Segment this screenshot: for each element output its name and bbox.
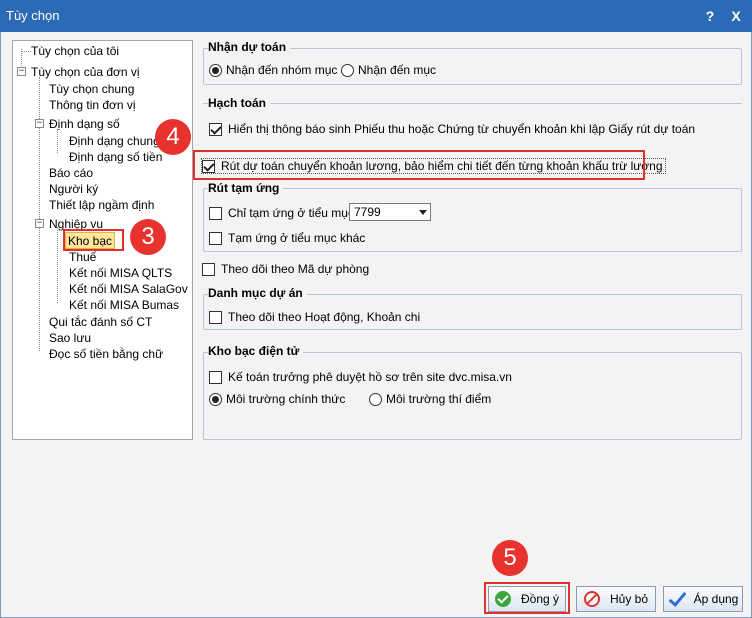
window-title: Tùy chọn (6, 8, 60, 23)
checkbox-theo-doi-ma-du-phong[interactable]: Theo dõi theo Mã dự phòng (202, 262, 369, 276)
checkbox-ke-toan-truong-phe-duyet[interactable]: Kế toán trưởng phê duyệt hồ sơ trên site… (209, 370, 512, 384)
tree-item-tuy-chon-cua-toi[interactable]: Tùy chọn của tôi (31, 43, 119, 60)
select-value: 7799 (354, 205, 381, 219)
group-hach-toan-line (203, 103, 742, 104)
cancel-button[interactable]: Hủy bỏ (576, 586, 656, 612)
tree-item-ket-noi-misa-salagov[interactable]: Kết nối MISA SalaGov (69, 281, 188, 298)
tree-item-thue[interactable]: Thuế (69, 249, 96, 266)
checkbox-icon (202, 262, 215, 276)
highlight-kho-bac (63, 229, 124, 251)
tree-guide (57, 227, 58, 303)
close-button[interactable]: X (726, 6, 746, 26)
tree-item-dinh-dang-so[interactable]: Định dạng số (49, 116, 120, 133)
radio-label: Nhận đến nhóm mục (226, 63, 338, 77)
checkbox-label: Kế toán trưởng phê duyệt hồ sơ trên site… (228, 370, 512, 384)
tree-item-doc-so-tien-bang-chu[interactable]: Đọc số tiền bằng chữ (49, 346, 163, 363)
tree-item-bao-cao[interactable]: Báo cáo (49, 165, 93, 182)
group-title-rut-tam-ung: Rút tạm ứng (208, 181, 284, 195)
chevron-down-icon (419, 210, 427, 215)
checkbox-chi-tam-ung-o-tieu-muc[interactable]: Chỉ tạm ứng ở tiểu mục (209, 206, 354, 220)
expander-collapse-icon[interactable]: − (17, 67, 26, 76)
group-title-kho-bac-dien-tu: Kho bạc điện tử (208, 344, 304, 358)
ok-button[interactable]: Đồng ý (488, 586, 566, 612)
tree-item-tuy-chon-chung[interactable]: Tùy chọn chung (49, 81, 134, 98)
tree-item-thong-tin-don-vi[interactable]: Thông tin đơn vị (49, 97, 136, 114)
tree-item-tuy-chon-cua-don-vi[interactable]: Tùy chọn của đơn vị (31, 64, 140, 81)
step-badge-4: 4 (155, 119, 191, 155)
radio-icon (369, 392, 382, 406)
checkbox-label: Theo dõi theo Mã dự phòng (221, 262, 370, 276)
checkmark-icon (668, 591, 684, 607)
radio-moi-truong-chinh-thuc[interactable]: Môi trường chính thức (209, 392, 345, 406)
checkbox-icon (209, 231, 222, 245)
group-title-nhan-du-toan: Nhận dự toán (208, 40, 291, 54)
expander-collapse-icon[interactable]: − (35, 119, 44, 128)
tree-item-sao-luu[interactable]: Sao lưu (49, 330, 91, 347)
tree-item-ket-noi-misa-bumas[interactable]: Kết nối MISA Bumas (69, 297, 179, 314)
radio-nhan-den-muc[interactable]: Nhận đến mục (341, 63, 436, 77)
radio-icon (341, 63, 354, 77)
checkbox-hien-thi-thong-bao[interactable]: Hiển thị thông báo sinh Phiếu thu hoặc C… (209, 122, 695, 136)
step-badge-3: 3 (130, 219, 166, 255)
tree-item-qui-tac-danh-so-ct[interactable]: Qui tắc đánh số CT (49, 314, 152, 331)
checkbox-icon (209, 310, 222, 324)
radio-label: Môi trường thí điểm (386, 392, 492, 406)
checkbox-checked-icon (209, 122, 222, 136)
tree-item-ket-noi-misa-qlts[interactable]: Kết nối MISA QLTS (69, 265, 172, 282)
checkbox-label: Theo dõi theo Hoạt động, Khoản chi (228, 310, 421, 324)
checkbox-tam-ung-o-tieu-muc-khac[interactable]: Tạm ứng ở tiểu mục khác (209, 231, 365, 245)
radio-moi-truong-thi-diem[interactable]: Môi trường thí điểm (369, 392, 491, 406)
checkbox-icon (209, 206, 222, 220)
radio-label: Môi trường chính thức (226, 392, 346, 406)
tree-guide (21, 51, 31, 52)
radio-selected-icon (209, 392, 222, 406)
radio-selected-icon (209, 63, 222, 77)
checkbox-theo-doi-hoat-dong[interactable]: Theo dõi theo Hoạt động, Khoản chi (209, 310, 420, 324)
group-title-danh-muc-du-an: Danh mục dự án (208, 286, 307, 300)
highlight-rut-du-toan (193, 150, 645, 180)
apply-label: Áp dụng (693, 592, 739, 606)
radio-label: Nhận đến mục (358, 63, 437, 77)
apply-button[interactable]: Áp dụng (663, 586, 743, 612)
tree-item-dinh-dang-so-tien[interactable]: Định dạng số tiền (69, 149, 162, 166)
help-button[interactable]: ? (700, 6, 720, 26)
radio-nhan-den-nhom-muc[interactable]: Nhận đến nhóm mục (209, 63, 337, 77)
tree-item-dinh-dang-chung[interactable]: Định dạng chung (69, 133, 160, 150)
checkbox-label: Hiển thị thông báo sinh Phiếu thu hoặc C… (228, 122, 696, 136)
checkbox-label: Tạm ứng ở tiểu mục khác (228, 231, 366, 245)
expander-collapse-icon[interactable]: − (35, 219, 44, 228)
cancel-label: Hủy bỏ (609, 592, 649, 606)
group-title-hach-toan: Hạch toán (208, 96, 271, 110)
ok-label: Đồng ý (520, 592, 560, 606)
step-badge-5: 5 (492, 540, 528, 576)
tree-item-nguoi-ky[interactable]: Người ký (49, 181, 98, 198)
cancel-icon (583, 591, 600, 607)
checkbox-label: Chỉ tạm ứng ở tiểu mục (228, 206, 354, 220)
checkbox-icon (209, 370, 222, 384)
tree-item-thiet-lap-ngam-dinh[interactable]: Thiết lập ngầm định (49, 197, 154, 214)
tieu-muc-select[interactable]: 7799 (349, 203, 431, 221)
title-bar: Tùy chọn ? X (0, 0, 752, 32)
check-circle-icon (494, 591, 511, 607)
